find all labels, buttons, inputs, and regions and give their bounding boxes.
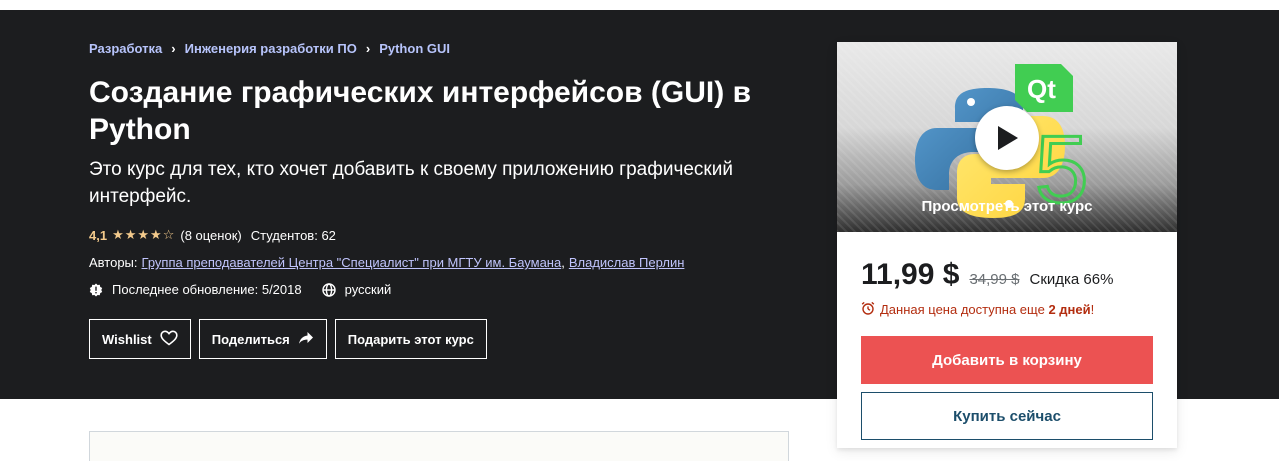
breadcrumb-item-software-engineering[interactable]: Инженерия разработки ПО — [185, 41, 357, 56]
original-price: 34,99 $ — [969, 271, 1020, 288]
play-icon — [998, 126, 1018, 150]
authors-row: Авторы: Группа преподавателей Центра "Сп… — [89, 255, 684, 270]
globe-icon — [321, 282, 336, 297]
students-count: Студентов: 62 — [250, 227, 336, 243]
svg-text:Qt: Qt — [1027, 74, 1056, 104]
add-to-cart-button[interactable]: Добавить в корзину — [861, 336, 1153, 384]
rating-row: 4,1 ★★★★☆ (8 оценок) Студентов: 62 — [89, 227, 336, 243]
rating-count-link[interactable]: (8 оценок) — [180, 228, 241, 243]
course-actions: Wishlist Поделиться Подарить этот курс — [89, 319, 487, 359]
star-icon: ★★★★☆ — [112, 227, 176, 242]
purchase-sidebar: Qt 5 Просмотреть этот курс 11,99 $ 34,99… — [837, 42, 1177, 448]
breadcrumb-item-development[interactable]: Разработка — [89, 41, 162, 56]
chevron-right-icon: › — [171, 41, 176, 56]
price-timer: Данная цена доступна еще 2 дней! — [861, 301, 1094, 318]
timer-days: 2 дней — [1048, 302, 1091, 317]
heart-icon — [160, 329, 178, 349]
discount-badge: Скидка 66% — [1029, 271, 1114, 288]
wishlist-button[interactable]: Wishlist — [89, 319, 191, 359]
current-price: 11,99 $ — [861, 258, 960, 291]
price-block: 11,99 $ 34,99 $ Скидка 66% — [861, 258, 1113, 292]
author-link[interactable]: Владислав Перлин — [569, 255, 685, 270]
wishlist-label: Wishlist — [102, 331, 152, 347]
share-label: Поделиться — [211, 331, 290, 347]
gift-label: Подарить этот курс — [347, 331, 474, 347]
preview-label: Просмотреть этот курс — [921, 198, 1093, 215]
breadcrumb-item-python-gui[interactable]: Python GUI — [379, 41, 450, 56]
top-strip — [0, 0, 1279, 10]
update-badge-icon — [89, 283, 103, 297]
play-button[interactable] — [975, 106, 1039, 170]
share-button[interactable]: Поделиться — [198, 319, 327, 359]
alarm-clock-icon — [861, 301, 875, 318]
course-preview[interactable]: Qt 5 Просмотреть этот курс — [837, 42, 1177, 232]
content-box — [89, 431, 789, 461]
authors-label: Авторы: — [89, 255, 138, 270]
chevron-right-icon: › — [365, 41, 371, 56]
page-title: Создание графических интерфейсов (GUI) в… — [89, 76, 752, 146]
timer-end: ! — [1090, 302, 1095, 317]
timer-text: Данная цена доступна еще — [880, 302, 1049, 317]
share-arrow-icon — [298, 331, 314, 348]
gift-course-button[interactable]: Подарить этот курс — [334, 319, 487, 359]
meta-row: Последнее обновление: 5/2018 русский — [89, 282, 391, 297]
last-update: Последнее обновление: 5/2018 — [112, 282, 302, 297]
course-subtitle: Это курс для тех, кто хочет добавить к с… — [89, 159, 733, 207]
breadcrumb: Разработка › Инженерия разработки ПО › P… — [89, 41, 450, 56]
buy-now-button[interactable]: Купить сейчас — [861, 392, 1153, 440]
rating-value: 4,1 — [89, 227, 108, 243]
author-link[interactable]: Группа преподавателей Центра "Специалист… — [142, 255, 562, 270]
course-language: русский — [344, 282, 392, 297]
authors-separator: , — [561, 255, 565, 270]
